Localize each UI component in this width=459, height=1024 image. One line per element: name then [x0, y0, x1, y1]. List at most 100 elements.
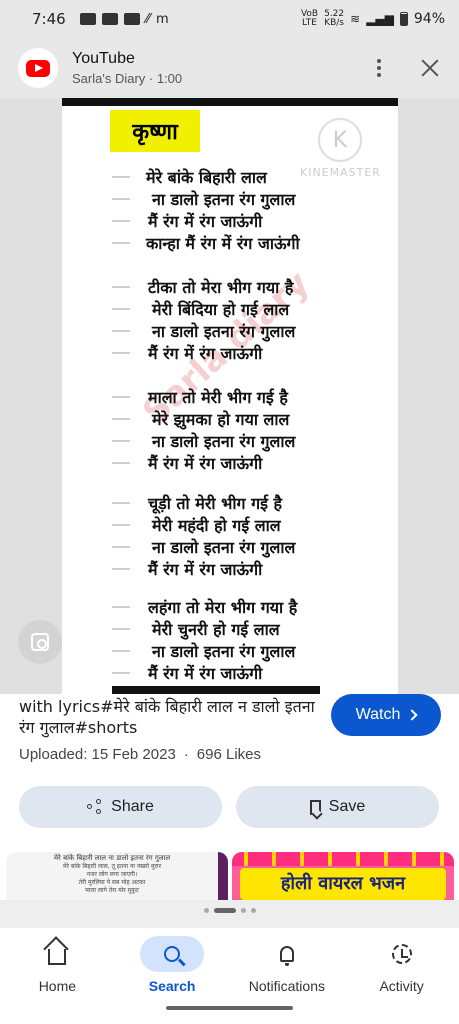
nav-search-label: Search	[148, 978, 196, 994]
signal-icon: ▂▄▆	[366, 12, 394, 26]
related-thumbnail-2[interactable]: होली वायरल भजन	[232, 852, 454, 900]
lyric-line: टीका तो मेरा भीग गया है	[148, 278, 294, 297]
battery-percent: 94%	[413, 11, 445, 27]
thumb1-heading: मेरे बांके बिहारी लाल ना डालो इतना रंग ग…	[53, 854, 171, 862]
lyric-dash	[112, 440, 130, 442]
page-indicator	[0, 908, 459, 913]
status-bar: 7:46 ⁄⁄ m VoB LTE 5.22 KB/s ≋ ▂▄▆ 94%	[0, 0, 459, 38]
lyric-line: चूड़ी तो मेरी भीग गई है	[148, 494, 282, 513]
lyric-dash	[112, 396, 130, 398]
m-icon: m	[156, 11, 169, 27]
lyric-dash	[112, 650, 130, 652]
share-label: Share	[111, 798, 154, 815]
lyric-dash	[112, 546, 130, 548]
lyric-line: मेरी चुनरी हो गई लाल	[152, 620, 280, 639]
image-preview[interactable]: कृष्णा K KINEMASTER Sarla diary मेरे बां…	[0, 98, 459, 694]
lyric-line: माला तो मेरी भीग गई है	[148, 388, 288, 407]
nav-activity-label: Activity	[379, 978, 424, 994]
lyric-line: मैं रंग में रंग जाऊंगी	[148, 344, 263, 363]
lyric-dash	[112, 220, 130, 222]
youtube-app-icon	[18, 48, 58, 88]
youtube-logo-icon	[26, 59, 50, 77]
lyric-line: ना डालो इतना रंग गुलाल	[152, 190, 296, 209]
chevron-right-icon	[406, 709, 419, 721]
lyric-line: मेरी महंदी हो गई लाल	[152, 516, 281, 535]
lens-search-button[interactable]	[18, 620, 62, 664]
lyric-line: कान्हा मैं रंग में रंग जाऊंगी	[146, 234, 300, 253]
lyric-line: मेरे बांके बिहारी लाल	[146, 168, 267, 187]
flower-border	[232, 852, 454, 866]
status-left-icons: ⁄⁄ m	[79, 11, 169, 27]
upload-date: Uploaded: 15 Feb 2023	[19, 746, 176, 763]
video-heading: कृष्णा	[110, 110, 200, 152]
share-button[interactable]: Share	[19, 786, 222, 828]
watch-label: Watch	[355, 706, 401, 723]
lyric-dash	[112, 176, 130, 178]
share-icon	[87, 799, 103, 815]
letterbox-bottom	[112, 686, 320, 694]
meta-separator: ·	[183, 746, 189, 763]
header-text[interactable]: YouTube Sarla's Diary · 1:00	[72, 50, 367, 86]
thumb1-lines: मेरे बांके बिहारी लाल, तू इतना ना नखरो म…	[62, 863, 162, 894]
like-count: 696 Likes	[196, 746, 262, 763]
thumb2-title: होली वायरल भजन	[240, 868, 446, 900]
kinemaster-logo-icon: K	[318, 118, 362, 162]
video-meta: Uploaded: 15 Feb 2023 · 696 Likes	[19, 746, 261, 763]
lyric-line: मैं रंग में रंग जाऊंगी	[148, 454, 263, 473]
source-title: YouTube	[72, 50, 135, 67]
watch-button[interactable]: Watch	[331, 694, 441, 736]
lyric-line: मैं रंग में रंग जाऊंगी	[148, 664, 263, 683]
lyric-dash	[112, 628, 130, 630]
kinemaster-watermark: KINEMASTER	[300, 166, 381, 179]
lyric-line: मेरी बिंदिया हो गई लाल	[152, 300, 290, 319]
lyric-dash	[112, 286, 130, 288]
lyric-dash	[112, 502, 130, 504]
nav-home[interactable]: Home	[0, 928, 115, 1024]
status-time: 7:46	[32, 10, 66, 28]
wifi-icon: ≋	[350, 12, 361, 26]
save-label: Save	[328, 798, 366, 815]
save-button[interactable]: Save	[236, 786, 439, 828]
source-header: YouTube Sarla's Diary · 1:00	[0, 38, 459, 98]
lyric-line: मेरे झुमका हो गया लाल	[152, 410, 290, 429]
lyric-dash	[112, 672, 130, 674]
lyric-dash	[112, 418, 130, 420]
gesture-bar[interactable]	[166, 1006, 293, 1010]
youtube-icon	[101, 13, 118, 25]
home-icon	[48, 949, 67, 965]
video-title[interactable]: with lyrics#मेरे बांके बिहारी लाल न डालो…	[19, 696, 319, 738]
lens-icon	[31, 633, 49, 651]
battery-icon	[399, 12, 408, 26]
letterbox-top	[62, 98, 398, 106]
lyric-dash	[112, 330, 130, 332]
related-thumbnail-1[interactable]: मेरे बांके बिहारी लाल ना डालो इतना रंग ग…	[6, 852, 228, 900]
lyric-dash	[112, 568, 130, 570]
lyric-dash	[112, 606, 130, 608]
lyric-line: मैं रंग में रंग जाऊंगी	[148, 212, 263, 231]
nav-activity[interactable]: Activity	[344, 928, 459, 1024]
close-icon[interactable]	[419, 57, 441, 79]
lyric-line: मैं रंग में रंग जाऊंगी	[148, 560, 263, 579]
nav-notifications-label: Notifications	[248, 978, 325, 994]
lyric-line: ना डालो इतना रंग गुलाल	[152, 642, 296, 661]
lyric-line: ना डालो इतना रंग गुलाल	[152, 432, 296, 451]
source-subtitle: Sarla's Diary · 1:00	[72, 71, 183, 86]
lyric-dash	[112, 352, 130, 354]
lyric-dash	[112, 242, 130, 244]
bookmark-icon	[309, 799, 321, 815]
notification-icon	[79, 13, 96, 25]
lyric-line: ना डालो इतना रंग गुलाल	[152, 322, 296, 341]
volte-indicator: VoB LTE	[300, 9, 319, 28]
search-icon	[164, 946, 181, 962]
more-options-icon[interactable]	[367, 56, 391, 80]
lyric-dash	[112, 524, 130, 526]
missed-call-icon: ⁄⁄	[145, 11, 151, 27]
youtube-icon	[123, 13, 140, 25]
result-info-panel: with lyrics#मेरे बांके बिहारी लाल न डालो…	[0, 694, 459, 900]
lyric-dash	[112, 308, 130, 310]
nav-home-label: Home	[38, 978, 77, 994]
lyric-dash	[112, 198, 130, 200]
lyric-line: लहंगा तो मेरा भीग गया है	[148, 598, 298, 617]
video-frame: कृष्णा K KINEMASTER Sarla diary मेरे बां…	[62, 98, 398, 694]
network-speed: 5.22 KB/s	[324, 9, 345, 28]
